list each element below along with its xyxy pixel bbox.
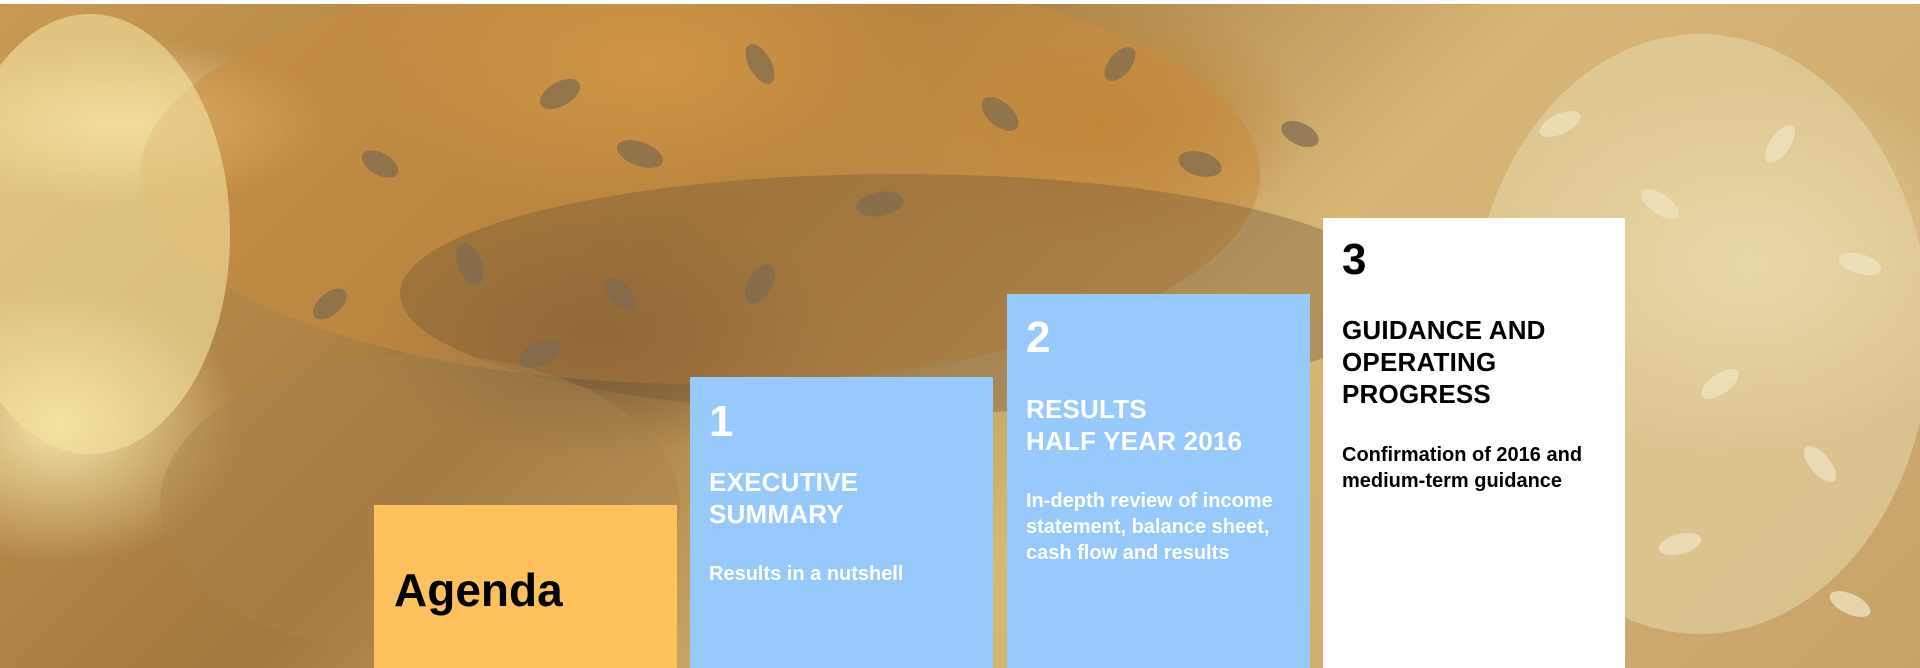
agenda-item-description: Confirmation of 2016 and medium-term gui…: [1342, 444, 1583, 492]
agenda-item-guidance: 3 GUIDANCE AND OPERATING PROGRESS Confir…: [1323, 218, 1625, 668]
agenda-item-description: Results in a nutshell: [709, 563, 904, 585]
agenda-item-title: GUIDANCE AND OPERATING PROGRESS: [1342, 315, 1546, 409]
agenda-item-number: 3: [1342, 235, 1367, 284]
agenda-item-title: RESULTS HALF YEAR 2016: [1026, 394, 1243, 456]
agenda-item-description: In-depth review of income statement, bal…: [1026, 490, 1273, 564]
agenda-item-results-half-year: 2 RESULTS HALF YEAR 2016 In-depth review…: [1007, 294, 1310, 668]
agenda-label: Agenda: [394, 564, 563, 616]
agenda-slide: Agenda 1 EXECUTIVE SUMMARY Results in a …: [0, 4, 1920, 668]
agenda-item-executive-summary: 1 EXECUTIVE SUMMARY Results in a nutshel…: [690, 377, 993, 668]
agenda-item-title: EXECUTIVE SUMMARY: [709, 467, 859, 529]
agenda-tile: Agenda: [374, 505, 677, 668]
agenda-item-number: 1: [709, 397, 734, 446]
agenda-item-number: 2: [1026, 313, 1051, 362]
